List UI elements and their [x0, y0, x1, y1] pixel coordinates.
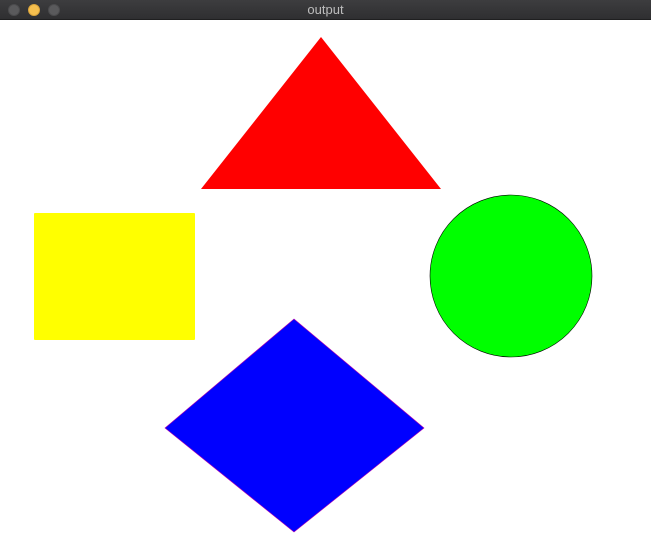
- drawing-canvas: [0, 20, 651, 549]
- output-window: output: [0, 0, 651, 549]
- green-circle: [429, 194, 593, 358]
- red-triangle: [201, 37, 441, 189]
- yellow-rectangle: [34, 213, 195, 340]
- window-title: output: [307, 2, 344, 17]
- window-titlebar[interactable]: output: [0, 0, 651, 20]
- shapes-svg: [34, 37, 593, 533]
- blue-diamond: [164, 318, 425, 533]
